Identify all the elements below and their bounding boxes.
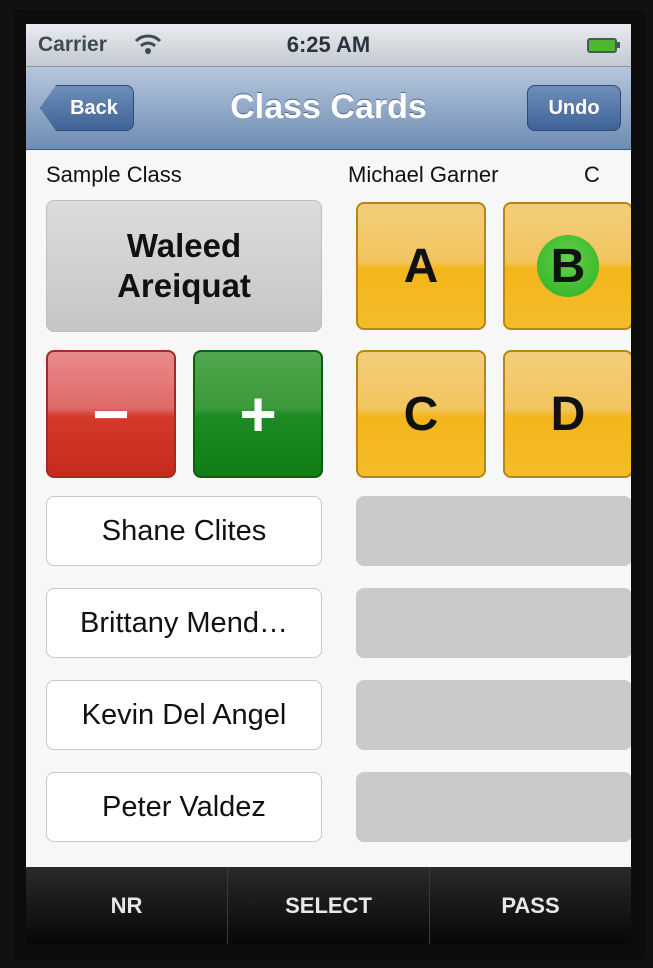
plus-button[interactable]: +: [193, 350, 323, 478]
nr-button[interactable]: NR: [26, 867, 227, 944]
student-grade-slot[interactable]: [356, 680, 631, 750]
app-screen: Carrier 6:25 AM Back Class Cards Undo Sa…: [26, 24, 631, 944]
undo-button[interactable]: Undo: [527, 85, 621, 131]
select-button[interactable]: SELECT: [227, 867, 429, 944]
class-name: Sample Class: [46, 162, 182, 187]
pass-button[interactable]: PASS: [429, 867, 631, 944]
current-student-card: Waleed Areiquat: [46, 200, 322, 332]
plus-icon: +: [239, 378, 277, 450]
grade-d-label: D: [550, 387, 586, 441]
status-bar: Carrier 6:25 AM: [26, 24, 631, 67]
student-grade-slot[interactable]: [356, 496, 631, 566]
student-grade-slot[interactable]: [356, 772, 631, 842]
grade-c-button[interactable]: C: [356, 350, 486, 478]
student-button[interactable]: Kevin Del Angel: [46, 680, 322, 750]
grade-b-label: B: [550, 239, 586, 293]
selected-grade-indicator: B: [537, 235, 599, 297]
minus-button[interactable]: −: [46, 350, 176, 478]
battery-icon: [587, 38, 620, 53]
current-student-name: Waleed Areiquat: [117, 227, 251, 304]
grade-c-label: C: [403, 387, 439, 441]
grade-a-button[interactable]: A: [356, 202, 486, 330]
status-time: 6:25 AM: [286, 32, 371, 57]
bottom-toolbar: NR SELECT PASS: [26, 867, 631, 944]
student-button[interactable]: Peter Valdez: [46, 772, 322, 842]
grade-b-button[interactable]: B: [503, 202, 631, 330]
student-button[interactable]: Brittany Mend…: [46, 588, 322, 658]
grade-d-button[interactable]: D: [503, 350, 631, 478]
student-button[interactable]: Shane Clites: [46, 496, 322, 566]
grade-a-label: A: [403, 239, 439, 293]
selected-student-grade: C: [584, 162, 600, 187]
minus-icon: −: [92, 378, 130, 450]
navigation-bar: Back Class Cards Undo: [26, 67, 631, 150]
selected-student-name: Michael Garner: [348, 162, 499, 187]
student-grade-slot[interactable]: [356, 588, 631, 658]
